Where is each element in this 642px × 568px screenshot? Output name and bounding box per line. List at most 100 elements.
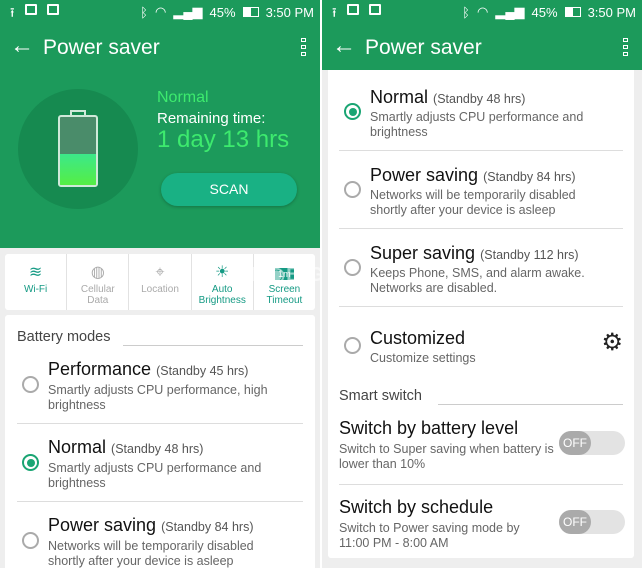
battery-icon [564,7,581,17]
image-icon [24,4,37,15]
battery-percent: 45% [531,4,558,20]
radio-button-selected[interactable] [22,454,39,471]
wifi-icon: ≋ [28,264,43,281]
battery-level-toggle[interactable]: OFF [559,431,625,455]
mode-title: Normal [48,437,107,457]
page-title: Power saver [365,36,482,59]
mode-standby: (Standby 45 hrs) [156,364,249,378]
briefcase-icon [46,4,59,15]
current-mode: Normal [157,89,209,106]
battery-level-icon [58,115,98,187]
more-options-icon[interactable] [623,38,628,56]
mode-desc: Smartly adjusts CPU performance and brig… [370,110,584,139]
divider [438,404,623,405]
toggle-state: OFF [559,431,591,455]
tile-location[interactable]: ⌖ Location [129,254,192,310]
radio-button-selected[interactable] [344,103,361,120]
schedule-toggle[interactable]: OFF [559,510,625,534]
mode-desc: Smartly adjusts CPU performance, high br… [48,383,268,412]
remaining-label: Remaining time: [157,110,266,127]
briefcase-icon [368,4,381,15]
mode-title: Super saving [370,243,476,263]
scan-button[interactable]: SCAN [161,173,297,206]
radio-button[interactable] [344,181,361,198]
upload-icon: ⭱ [332,5,337,20]
mode-standby: (Standby 48 hrs) [111,442,204,456]
tile-label: Timeout [266,295,303,306]
mode-desc: Networks will be temporarily disabled sh… [48,539,254,568]
wifi-icon: ◠ [154,4,167,19]
switch-desc: Switch to Power saving mode by 11:00 PM … [339,521,520,550]
switch-title: Switch by battery level [339,418,519,438]
battery-modes-card: Battery modes Performance (Standby 45 hr… [5,315,315,568]
divider [17,501,303,502]
crosshair-icon: ⌖ [155,264,165,281]
mode-standby: (Standby 48 hrs) [433,92,526,106]
more-options-icon[interactable] [301,38,306,56]
toolbar: ← Power saver [0,28,320,68]
left-screen: ⭱ ᛒ ◠ ▂▄▆ 45% 3:50 PM ← Power saver Normal R… [0,0,320,568]
globe-icon: ◍ [90,264,105,281]
divider [17,423,303,424]
radio-button[interactable] [22,532,39,549]
upload-icon: ⭱ [10,5,15,20]
wifi-icon: ◠ [476,4,489,19]
tile-cellular-data[interactable]: ◍ Cellular Data [67,254,130,310]
tile-auto-brightness[interactable]: ☀ Auto Brightness [192,254,254,310]
back-arrow-icon[interactable]: ← [332,32,356,60]
battery-icon [242,7,259,17]
clock: 3:50 PM [587,4,636,20]
mode-desc: Customize settings [370,351,476,365]
switch-desc: Switch to Super saving when battery is l… [339,442,554,471]
remaining-time: 1 day 13 hrs [157,126,290,153]
mode-standby: (Standby 112 hrs) [480,248,579,262]
gear-icon[interactable]: ⚙ [601,328,623,357]
mode-standby: (Standby 84 hrs) [161,520,254,534]
toolbar: ← Power saver [322,28,642,68]
radio-button[interactable] [344,337,361,354]
battery-fill [60,154,96,185]
radio-button[interactable] [22,376,39,393]
tile-wifi[interactable]: ≋ Wi-Fi [5,254,68,310]
divider [339,150,623,151]
tile-label: Location [141,284,179,295]
divider [123,345,303,346]
mode-title: Normal [370,87,429,107]
mode-standby: (Standby 84 hrs) [483,170,576,184]
tile-label: Auto [211,284,233,295]
watermark: M◉BIGYAA [250,264,320,286]
clock: 3:50 PM [265,4,314,20]
section-title: Smart switch [339,388,422,404]
brightness-icon: ☀ [215,264,230,281]
tile-label: Brightness [198,295,246,306]
mode-desc: Networks will be temporarily disabled sh… [370,188,576,217]
mode-title: Power saving [48,515,157,535]
mode-title: Performance [48,359,152,379]
settings-card: Normal (Standby 48 hrs) Smartly adjusts … [328,70,634,558]
mode-desc: Smartly adjusts CPU performance and brig… [48,461,262,490]
divider [339,306,623,307]
page-title: Power saver [43,36,160,59]
radio-button[interactable] [344,259,361,276]
status-bar: ⭱ ᛒ ◠ ▂▄▆ 45% 3:50 PM [0,0,320,22]
divider [339,484,623,485]
back-arrow-icon[interactable]: ← [10,32,34,60]
signal-icon: ▂▄▆ [173,4,203,19]
mode-desc: Keeps Phone, SMS, and alarm awake. Netwo… [370,266,585,295]
tile-label: Wi-Fi [23,284,48,295]
bluetooth-icon: ᛒ [462,4,470,20]
tile-label: Cellular [80,284,115,295]
battery-percent: 45% [209,4,236,20]
bluetooth-icon: ᛒ [140,4,148,20]
section-title: Battery modes [17,329,111,345]
mode-title: Customized [370,328,466,348]
right-screen: ⭱ ᛒ ◠ ▂▄▆ 45% 3:50 PM ← Power saver Normal (… [322,0,642,568]
divider [339,228,623,229]
toggle-state: OFF [559,510,591,534]
signal-icon: ▂▄▆ [495,4,525,19]
switch-title: Switch by schedule [339,497,494,517]
mode-title: Power saving [370,165,479,185]
image-icon [346,4,359,15]
tile-label: Data [87,295,109,306]
status-bar: ⭱ ᛒ ◠ ▂▄▆ 45% 3:50 PM [322,0,642,22]
